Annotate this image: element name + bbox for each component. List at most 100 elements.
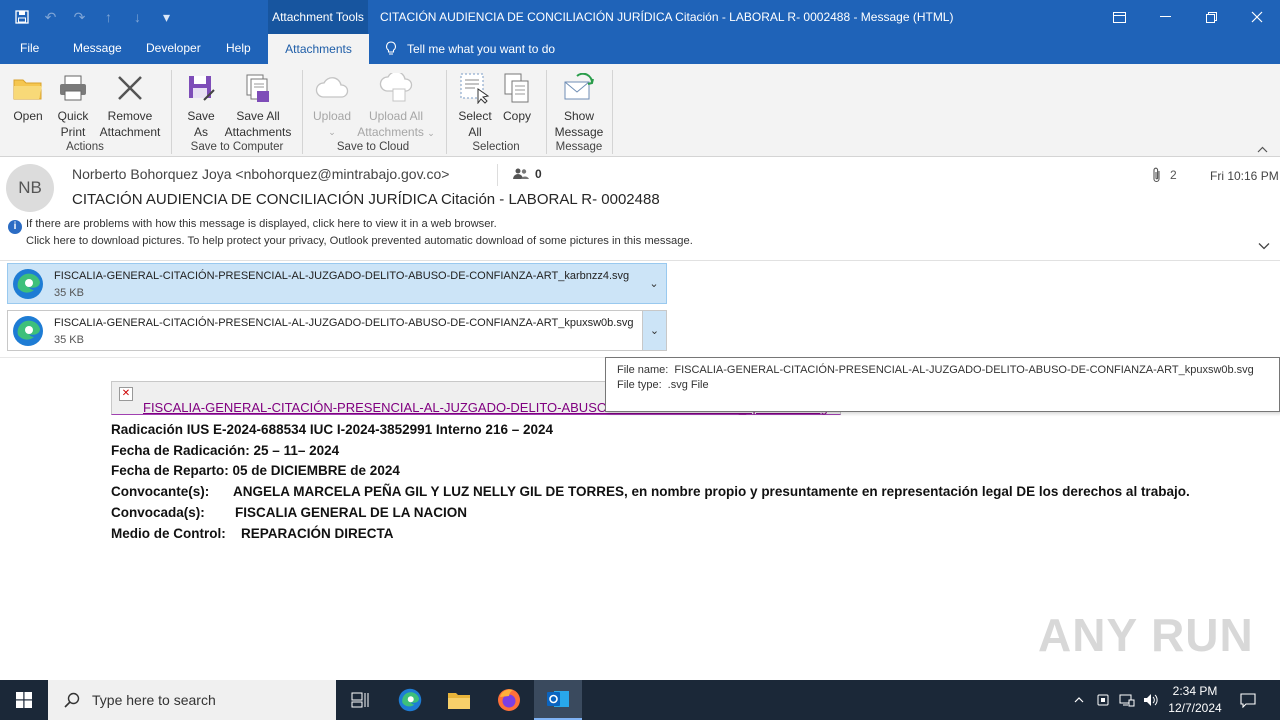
tab-file[interactable]: File — [20, 41, 39, 55]
attachment-count: 2 — [1152, 167, 1177, 183]
cloud-upload-icon — [315, 77, 349, 98]
undo-icon[interactable]: ↶ — [39, 6, 62, 28]
body-line-fecha-reparto: Fecha de Reparto: 05 de DICIEMBRE de 202… — [111, 463, 400, 479]
redo-icon[interactable]: ↷ — [68, 6, 91, 28]
up-arrow-icon[interactable]: ↑ — [97, 6, 120, 28]
network-device-icon[interactable] — [1092, 680, 1114, 720]
tab-developer[interactable]: Developer — [146, 41, 201, 55]
message-header: NB Norberto Bohorquez Joya <nbohorquez@m… — [0, 157, 1280, 261]
info-line-browser[interactable]: If there are problems with how this mess… — [26, 218, 497, 230]
attachment-name: FISCALIA-GENERAL-CITACIÓN-PRESENCIAL-AL-… — [54, 317, 634, 329]
message-body: Radicación IUS E-2024-688534 IUC I-2024-… — [111, 420, 1190, 544]
attachment-tools-context: Attachment Tools — [268, 0, 368, 34]
outlook-icon — [547, 691, 569, 707]
system-clock[interactable]: 2:34 PM 12/7/2024 — [1163, 683, 1227, 717]
selection-group-label: Selection — [472, 141, 520, 153]
info-bar[interactable]: i If there are problems with how this mes… — [8, 217, 693, 248]
volume-icon[interactable] — [1140, 680, 1162, 720]
convocante-label: Convocante(s): — [111, 484, 210, 500]
sender[interactable]: Norberto Bohorquez Joya <nbohorquez@mint… — [72, 166, 449, 182]
tooltip-file-type-label: File type: — [617, 379, 662, 391]
clock-time: 2:34 PM — [1172, 684, 1218, 698]
people-icon — [513, 168, 529, 179]
quick-print-button[interactable]: Quick Print — [52, 68, 94, 140]
quick-print-label-2: Print — [60, 125, 86, 139]
attachment-item[interactable]: FISCALIA-GENERAL-CITACIÓN-PRESENCIAL-AL-… — [7, 310, 667, 351]
edge-icon — [398, 688, 422, 712]
tab-message[interactable]: Message — [73, 41, 122, 55]
down-arrow-icon[interactable]: ↓ — [126, 6, 149, 28]
ribbon-tabs: File Message Developer Help Attachments … — [0, 34, 1280, 64]
open-button[interactable]: Open — [8, 68, 48, 124]
attachment-dropdown-icon[interactable]: ⌄ — [642, 264, 666, 303]
restore-icon[interactable] — [1188, 0, 1234, 34]
show-message-button[interactable]: Show Message — [554, 68, 604, 140]
close-icon[interactable] — [1234, 0, 1280, 34]
upload-all-label-2: Attachments — [357, 125, 424, 139]
attachment-dropdown-icon[interactable]: ⌄ — [642, 311, 666, 350]
task-view-button[interactable] — [336, 680, 384, 720]
save-icon[interactable] — [10, 6, 33, 28]
select-all-label-2: All — [468, 125, 482, 139]
folder-icon — [448, 693, 470, 709]
people-count[interactable]: 0 — [513, 167, 542, 181]
medio-label: Medio de Control: — [111, 525, 226, 541]
notifications-icon[interactable] — [1234, 680, 1262, 720]
info-icon: i — [8, 220, 22, 234]
network-icon[interactable] — [1115, 680, 1139, 720]
ribbon: Open Quick Print Remove Attachment Actio… — [0, 64, 1280, 157]
taskbar-search[interactable]: Type here to search — [48, 680, 336, 720]
tell-me-box[interactable]: Tell me what you want to do — [385, 41, 555, 56]
upload-chevron-icon: ⌄ — [328, 127, 336, 137]
minimize-icon[interactable] — [1142, 0, 1188, 34]
tab-help[interactable]: Help — [226, 41, 251, 55]
received-date: Fri 10:16 PM — [1210, 169, 1279, 183]
save-as-label: Save — [187, 109, 215, 123]
tell-me-label: Tell me what you want to do — [407, 41, 556, 56]
folder-icon — [13, 79, 42, 100]
upload-button[interactable]: Upload ⌄ — [310, 68, 354, 140]
edge-taskbar-button[interactable] — [386, 680, 434, 720]
show-hidden-icons[interactable] — [1068, 680, 1090, 720]
group-separator — [171, 70, 172, 154]
save-all-attachments-button[interactable]: Save All Attachments — [222, 68, 294, 140]
paperclip-icon — [1153, 167, 1160, 183]
broken-image-icon: ✕ — [119, 387, 133, 401]
watermark-logo: ANY RUN — [1038, 609, 1254, 661]
attachment-size: 35 KB — [54, 334, 84, 346]
show-message-icon — [564, 73, 594, 100]
attachment-size: 35 KB — [54, 287, 84, 299]
upload-label: Upload — [312, 109, 352, 123]
attachment-item[interactable]: FISCALIA-GENERAL-CITACIÓN-PRESENCIAL-AL-… — [7, 263, 667, 304]
body-line-convocante: Convocante(s): ANGELA MARCELA PEÑA GIL Y … — [111, 482, 1190, 503]
select-all-button[interactable]: Select All — [454, 68, 496, 140]
collapse-ribbon-icon[interactable] — [1257, 142, 1268, 156]
firefox-button[interactable] — [485, 680, 533, 720]
outlook-taskbar-button[interactable] — [534, 680, 582, 720]
convocante-value: ANGELA MARCELA PEÑA GIL Y LUZ NELLY GIL … — [233, 484, 1190, 500]
file-explorer-button[interactable] — [435, 680, 483, 720]
remove-attachment-button[interactable]: Remove Attachment — [96, 68, 164, 140]
save-as-icon — [189, 76, 215, 101]
upload-all-chevron-icon: ⌄ — [427, 128, 435, 138]
group-separator — [612, 70, 613, 154]
tooltip-file-type: .svg File — [667, 379, 709, 391]
info-line-pictures[interactable]: Click here to download pictures. To help… — [8, 234, 693, 248]
attachment-name: FISCALIA-GENERAL-CITACIÓN-PRESENCIAL-AL-… — [54, 270, 630, 282]
save-all-label-2: Attachments — [224, 125, 292, 139]
lightbulb-icon — [386, 41, 396, 55]
remove-label: Remove — [107, 109, 153, 123]
actions-group-label: Actions — [66, 141, 104, 153]
upload-all-button[interactable]: Upload All Attachments ⌄ — [354, 68, 438, 141]
attachment-tooltip: File name: FISCALIA-GENERAL-CITACIÓN-PRES… — [605, 357, 1280, 412]
copy-button[interactable]: Copy — [498, 68, 536, 124]
ribbon-display-options-icon[interactable] — [1096, 0, 1142, 34]
select-all-icon — [460, 73, 490, 104]
expand-header-icon[interactable] — [1258, 237, 1270, 253]
body-line-fecha-radicacion: Fecha de Radicación: 25 – 11– 2024 — [111, 442, 340, 458]
avatar: NB — [6, 164, 54, 212]
tab-attachments[interactable]: Attachments — [268, 34, 369, 64]
start-button[interactable] — [0, 680, 48, 720]
customize-qat-icon[interactable]: ▾ — [155, 6, 178, 28]
save-as-button[interactable]: Save As — [183, 68, 219, 140]
